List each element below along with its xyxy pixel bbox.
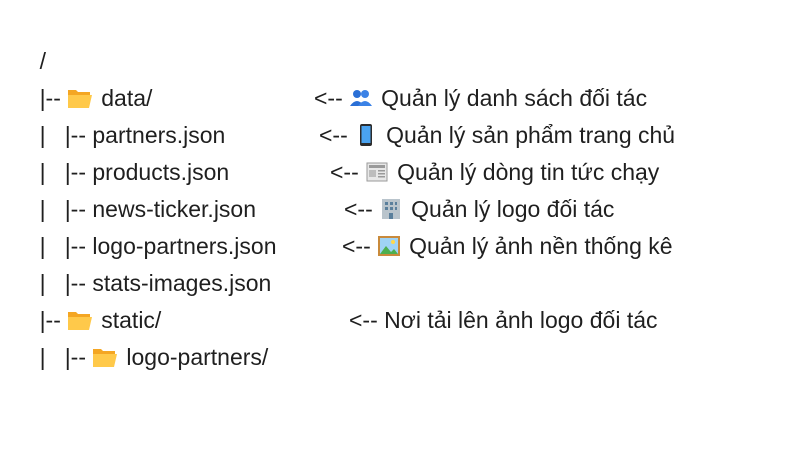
arrow-marker: <-- [314,85,343,111]
arrow-marker: <-- [330,159,359,185]
arrow-marker: <-- [344,196,373,222]
tree-line-stats-images: | |-- stats-images.json <-- Quản lý ảnh … [14,228,784,296]
annotation-group: <-- Quản lý danh sách đối tác [314,80,647,117]
annotation-group: <-- Quản lý dòng tin tức chạy [330,154,659,191]
folder-name-logo-partners[interactable]: logo-partners/ [126,339,268,376]
annotation-text: Nơi tải lên ảnh logo đối tác [384,307,658,333]
annotation-text: Quản lý danh sách đối tác [381,85,648,111]
framed-picture-icon [378,236,401,256]
tree-line-news-ticker: | |-- news-ticker.json <-- Quản lý dòng … [14,154,784,222]
annotation-group: <-- Quản lý sản phẩm trang chủ [319,117,675,154]
arrow-marker: <-- [342,233,371,259]
mobile-phone-icon [360,124,373,146]
newspaper-icon [366,162,388,182]
annotation-text: Quản lý sản phẩm trang chủ [386,122,676,148]
tree-line-static-folder: |-- static/ [14,265,784,333]
busts-in-silhouette-icon [350,90,373,106]
tree-line-products: | |-- products.json <-- Quản lý sản phẩm… [14,117,784,185]
tree-root-line: / [14,6,784,74]
annotation-group: <-- Nơi tải lên ảnh logo đối tác [349,302,658,339]
tree-line-logo-partners-folder: | |-- logo-partners/ <-- Nơi tải lên ảnh… [14,302,784,370]
annotation-text: Quản lý ảnh nền thống kê [409,233,673,259]
tree-line-data-folder: |-- data/ [14,43,784,111]
tree-line-partners: | |-- partners.json <-- Quản lý danh sác… [14,80,784,148]
open-folder-icon [93,349,118,367]
annotation-text: Quản lý logo đối tác [411,196,615,222]
tree-branch: | |-- [39,344,93,370]
arrow-marker: <-- [349,307,378,333]
annotation-group: <-- Quản lý ảnh nền thống kê [342,228,673,265]
office-building-icon [382,199,401,219]
annotation-group: <-- Quản lý logo đối tác [344,191,614,228]
tree-line-logo-partners: | |-- logo-partners.json <-- Quản lý log… [14,191,784,259]
annotation-text: Quản lý dòng tin tức chạy [397,159,660,185]
arrow-marker: <-- [319,122,348,148]
directory-tree: / |-- data/ | |-- partners.json <-- Quản… [14,6,784,370]
